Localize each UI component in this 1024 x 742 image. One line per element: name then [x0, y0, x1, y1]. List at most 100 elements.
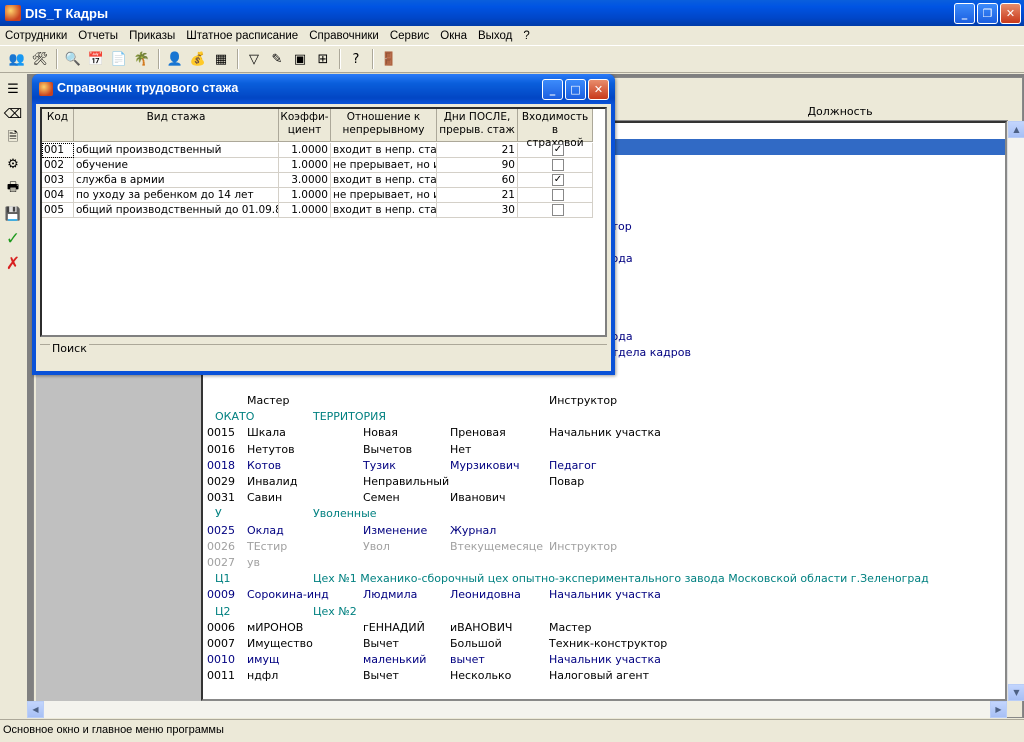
menu-employees[interactable]: Сотрудники	[0, 30, 73, 42]
eraser-icon[interactable]: ⌫	[2, 103, 24, 125]
insurance-checkbox[interactable]: ✓	[552, 144, 564, 156]
menu-service[interactable]: Сервис	[385, 30, 435, 42]
coins-icon[interactable]: 💰	[187, 48, 209, 70]
check-icon[interactable]: ✓	[2, 228, 24, 250]
list-cell: отдела кадров	[605, 346, 691, 359]
insurance-checkbox[interactable]	[552, 204, 564, 216]
scroll-down-button[interactable]: ▼	[1008, 684, 1024, 701]
dialog-minimize-button[interactable]: _	[542, 79, 563, 100]
dialog-title: Справочник трудового стажа	[57, 81, 239, 95]
report-icon[interactable]: 📄	[108, 48, 130, 70]
employees-icon[interactable]: 👥	[6, 48, 28, 70]
grid-row[interactable]: 004 по уходу за ребенком до 14 лет 1.0000 н…	[42, 188, 605, 203]
minimize-button[interactable]: _	[954, 3, 975, 24]
list-cell: Увол	[363, 539, 390, 553]
exit-icon[interactable]: 🚪	[378, 48, 400, 70]
list-cell: Новая	[363, 426, 398, 440]
insurance-checkbox[interactable]	[552, 189, 564, 201]
help-icon[interactable]: ?	[345, 48, 367, 70]
list-cell: 0011	[207, 669, 235, 683]
grid-cell-coef: 3.0000	[279, 173, 331, 188]
doc-icon[interactable]: 🗎	[2, 128, 24, 150]
col-days-header[interactable]: Дни ПОСЛЕ, прерыв. стаж	[437, 109, 518, 142]
grid-cell-code: 003	[42, 173, 74, 188]
grid-cell-rel: входит в непр. стаж	[331, 173, 437, 188]
dialog-titlebar: Справочник трудового стажа _ □ ✕	[32, 74, 615, 104]
filter-icon[interactable]: ▽	[243, 48, 265, 70]
find-icon[interactable]: 🔍	[62, 48, 84, 70]
calendar-icon[interactable]: 📅	[85, 48, 107, 70]
scroll-right-button[interactable]: ▶	[990, 701, 1007, 718]
save-icon[interactable]: 💾	[2, 203, 24, 225]
list-cell: 0029	[207, 475, 235, 488]
list-cell: Мурзикович	[450, 458, 520, 472]
insurance-checkbox[interactable]	[552, 159, 564, 171]
palm-icon[interactable]: 🌴	[131, 48, 153, 70]
list-cell: Начальник участка	[549, 653, 661, 667]
menu-bar: Сотрудники Отчеты Приказы Штатное распис…	[0, 26, 1024, 45]
list-cell: иВАНОВИЧ	[450, 620, 513, 634]
cancel-icon[interactable]: ✗	[2, 253, 24, 275]
grid-row[interactable]: 005 общий производственный до 01.09.83г. 1…	[42, 203, 605, 218]
list-cell: Начальник участка	[549, 588, 661, 602]
vertical-scrollbar[interactable]: ▲ ▼	[1007, 121, 1024, 701]
left-toolbar: ☰ ⌫ 🗎 ⚙ 🖶 💾 ✓ ✗	[0, 75, 26, 700]
grid-cell-type: служба в армии	[74, 173, 279, 188]
grid-row[interactable]: 002обучение1.0000не прерывает, но и н90	[42, 158, 605, 173]
insurance-checkbox[interactable]: ✓	[552, 174, 564, 186]
menu-windows[interactable]: Окна	[435, 30, 473, 42]
dialog-maximize-button[interactable]: □	[565, 79, 586, 100]
grid-cell-code: 004	[42, 188, 74, 203]
tools-icon[interactable]: 🛠	[29, 48, 51, 70]
col-code-header[interactable]: Код	[42, 109, 74, 142]
list-cell: Инструктор	[549, 394, 618, 407]
seniority-dialog: Справочник трудового стажа _ □ ✕ Код Вид…	[32, 74, 615, 375]
close-button[interactable]: ✕	[1000, 3, 1021, 24]
list-cell: Журнал	[450, 523, 497, 537]
edit-icon[interactable]: ✎	[266, 48, 288, 70]
menu-help[interactable]: ?	[518, 30, 535, 42]
list-cell: имущ	[247, 653, 280, 667]
menu-references[interactable]: Справочники	[304, 30, 385, 42]
list-cell: вычет	[450, 653, 485, 667]
seniority-grid[interactable]: Код Вид стажа Коэффи- циент Отношение к …	[40, 107, 607, 337]
menu-exit[interactable]: Выход	[473, 30, 518, 42]
grid-cell-rel: входит в непр. стаж	[331, 203, 437, 218]
col-coef-header[interactable]: Коэффи- циент	[279, 109, 331, 142]
calc-icon[interactable]: ▦	[210, 48, 232, 70]
dialog-body: Код Вид стажа Коэффи- циент Отношение к …	[36, 104, 611, 371]
grid-row[interactable]: 003 служба в армии 3.0000 входит в непр. ст…	[42, 173, 605, 188]
grid-cell-type: по уходу за ребенком до 14 лет	[74, 188, 279, 203]
list-cell: ув	[247, 556, 260, 569]
list-cell: 0009	[207, 588, 235, 602]
menu-staffing[interactable]: Штатное расписание	[181, 30, 304, 42]
scroll-up-button[interactable]: ▲	[1008, 121, 1024, 138]
grid-icon[interactable]: ⊞	[312, 48, 334, 70]
people-icon[interactable]: 👤	[164, 48, 186, 70]
settings-icon[interactable]: ⚙	[2, 153, 24, 175]
window-icon[interactable]: ▣	[289, 48, 311, 70]
print-icon[interactable]: 🖶	[2, 178, 24, 200]
list-cell: Большой	[450, 637, 502, 650]
menu-orders[interactable]: Приказы	[124, 30, 181, 42]
restore-button[interactable]: ❐	[977, 3, 998, 24]
list-cell: Нетутов	[247, 442, 295, 456]
grid-cell-days: 30	[437, 203, 518, 218]
list-cell: Налоговый агент	[549, 669, 649, 683]
list-icon[interactable]: ☰	[2, 78, 24, 100]
list-cell: 0007	[207, 637, 235, 650]
col-relation-header[interactable]: Отношение к непрерывному	[331, 109, 437, 142]
scroll-left-button[interactable]: ◀	[27, 701, 44, 718]
list-cell: Педагог	[549, 458, 597, 472]
list-cell: Савин	[247, 491, 283, 505]
col-type-header[interactable]: Вид стажа	[74, 109, 279, 142]
dialog-close-button[interactable]: ✕	[588, 79, 609, 100]
col-insurance-header[interactable]: Входимость в страховой	[518, 109, 593, 149]
list-cell: Котов	[247, 458, 282, 472]
horizontal-scrollbar[interactable]: ◀ ▶	[27, 701, 1007, 718]
grid-row[interactable]: 001 общий производственный 1.0000 входит в …	[42, 143, 605, 158]
list-cell: Повар	[549, 475, 585, 488]
menu-reports[interactable]: Отчеты	[73, 30, 124, 42]
position-column-header[interactable]: Должность	[760, 105, 920, 118]
list-cell: 0025	[207, 523, 235, 537]
